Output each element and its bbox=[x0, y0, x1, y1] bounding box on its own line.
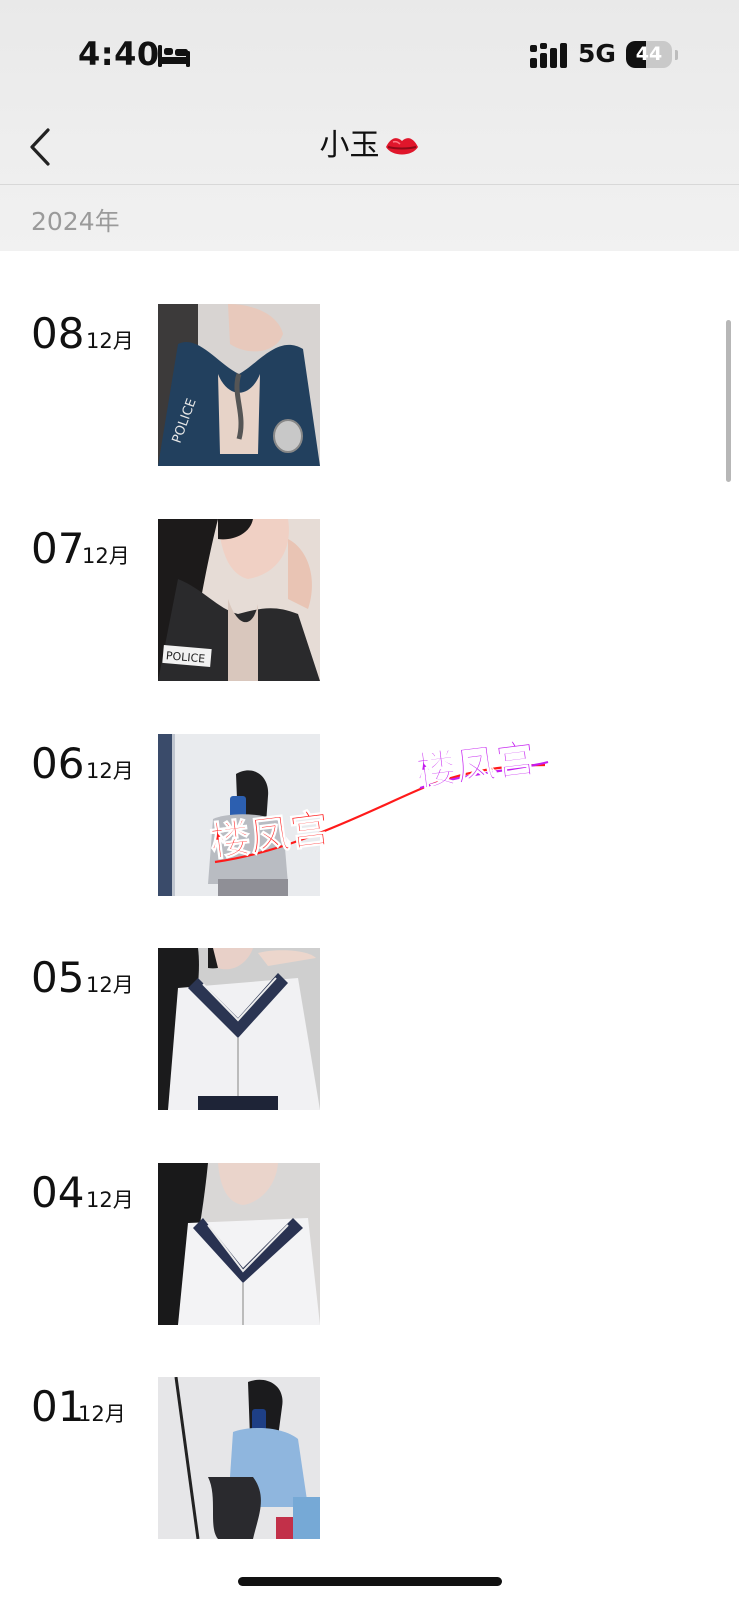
timeline-entry: 06 12月 bbox=[0, 734, 739, 940]
timeline-entry: 01 12月 bbox=[0, 1377, 739, 1583]
photo-thumbnail[interactable]: POLICE bbox=[158, 304, 320, 466]
mirror-selfie-photo bbox=[158, 734, 320, 896]
entry-month: 12月 bbox=[86, 759, 134, 783]
photo-thumbnail[interactable] bbox=[158, 1163, 320, 1325]
sailor-uniform-photo bbox=[158, 1163, 320, 1325]
battery-tip bbox=[675, 50, 678, 60]
timeline-entry: 05 12月 bbox=[0, 948, 739, 1154]
header-background: 4:40 5G 44 小玉 2024年 bbox=[0, 0, 739, 251]
entry-month: 12月 bbox=[82, 544, 130, 568]
photo-thumbnail[interactable]: POLICE bbox=[158, 519, 320, 681]
timeline-entry: 08 12月 POLICE bbox=[0, 304, 739, 510]
entry-day: 08 bbox=[31, 309, 85, 358]
photo-thumbnail[interactable] bbox=[158, 948, 320, 1110]
photo-thumbnail[interactable] bbox=[158, 734, 320, 896]
entry-month: 12月 bbox=[86, 973, 134, 997]
scrollbar[interactable] bbox=[726, 320, 731, 482]
sleep-bed-icon bbox=[158, 45, 190, 67]
entry-month: 12月 bbox=[86, 329, 134, 353]
entry-month: 12月 bbox=[86, 1188, 134, 1212]
photo-timeline: 08 12月 POLICE 07 12月 POLICE 06 12月 05 12… bbox=[0, 251, 739, 1600]
header-divider bbox=[0, 184, 739, 185]
entry-month: 12月 bbox=[78, 1402, 126, 1426]
entry-day: 06 bbox=[31, 739, 85, 788]
navigation-bar: 小玉 bbox=[0, 110, 739, 184]
mirror-selfie-photo bbox=[158, 1377, 320, 1539]
photo-thumbnail[interactable] bbox=[158, 1377, 320, 1539]
entry-day: 07 bbox=[31, 524, 85, 573]
home-indicator[interactable] bbox=[238, 1577, 502, 1586]
battery-icon: 44 bbox=[626, 41, 672, 68]
entry-day: 01 bbox=[31, 1382, 85, 1431]
status-bar: 4:40 5G 44 bbox=[0, 0, 739, 110]
entry-day: 04 bbox=[31, 1168, 85, 1217]
contact-name: 小玉 bbox=[319, 128, 380, 163]
year-label: 2024年 bbox=[31, 207, 120, 236]
page-title: 小玉 bbox=[0, 124, 739, 168]
sailor-uniform-photo bbox=[158, 948, 320, 1110]
kiss-lips-icon bbox=[385, 137, 418, 154]
timeline-entry: 04 12月 bbox=[0, 1163, 739, 1369]
entry-day: 05 bbox=[31, 953, 85, 1002]
cellular-signal-icon bbox=[530, 43, 567, 68]
status-time: 4:40 bbox=[78, 35, 160, 73]
battery-percent: 44 bbox=[635, 43, 663, 65]
timeline-entry: 07 12月 POLICE bbox=[0, 519, 739, 725]
police-uniform-photo: POLICE bbox=[158, 519, 320, 681]
network-type: 5G bbox=[578, 39, 616, 68]
police-uniform-photo: POLICE bbox=[158, 304, 320, 466]
